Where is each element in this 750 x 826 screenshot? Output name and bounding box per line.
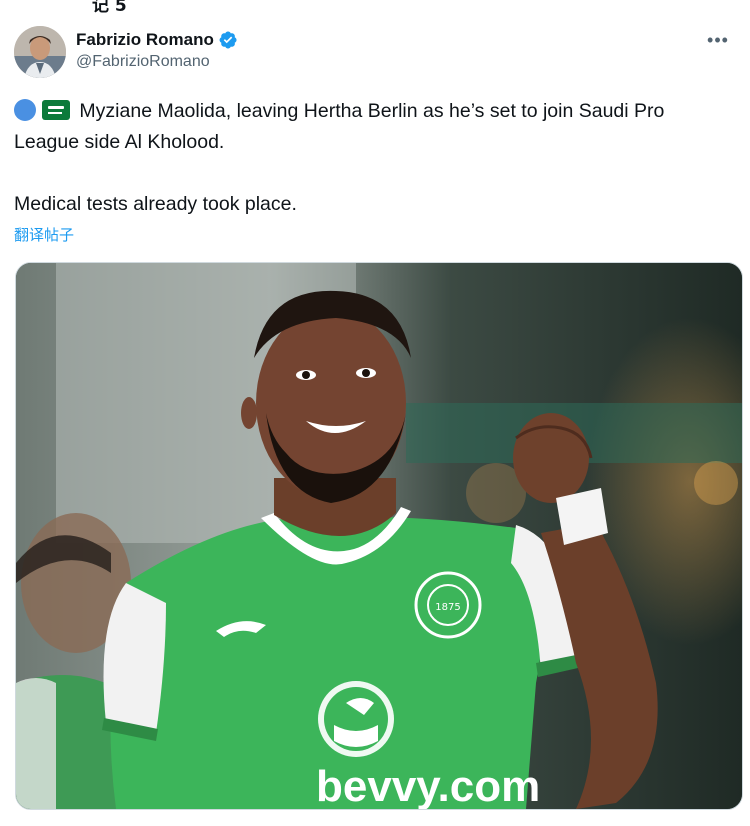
more-options-icon[interactable]: ••• <box>704 28 732 52</box>
author-block: Fabrizio Romano @FabrizioRomano <box>76 30 238 71</box>
tweet-text: Myziane Maolida, leaving Hertha Berlin a… <box>14 96 734 220</box>
translate-post-link[interactable]: 翻译帖子 <box>14 224 74 245</box>
tweet-photo[interactable]: 1875 bevvy.com <box>15 262 743 810</box>
tweet-line-2: Medical tests already took place. <box>14 193 297 215</box>
blue-circle-emoji-icon <box>14 99 36 121</box>
handle[interactable]: @FabrizioRomano <box>76 53 238 71</box>
tweet-header: Fabrizio Romano @FabrizioRomano ••• <box>14 26 740 80</box>
avatar[interactable] <box>14 26 66 78</box>
saudi-flag-emoji-icon <box>42 100 70 120</box>
verified-badge-icon[interactable] <box>218 30 238 50</box>
truncated-top-text: 记 5 <box>92 0 127 16</box>
crest-year: 1875 <box>435 602 460 613</box>
tweet-line-1: Myziane Maolida, leaving Hertha Berlin a… <box>14 100 665 153</box>
display-name[interactable]: Fabrizio Romano <box>76 30 214 50</box>
sponsor-text: bevvy.com <box>316 762 540 809</box>
